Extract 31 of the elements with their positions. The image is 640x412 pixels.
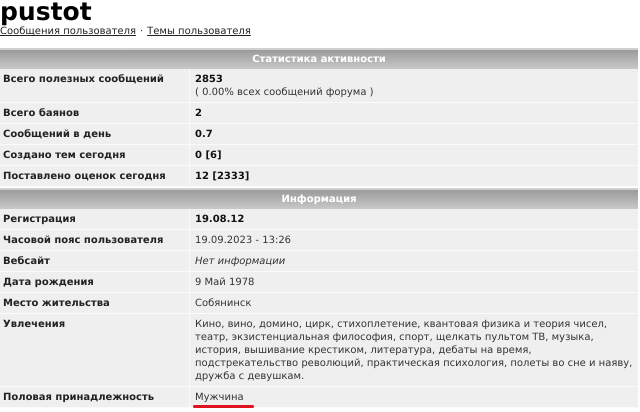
field-label: Часовой пояс пользователя [0,230,190,250]
profile-link[interactable]: Темы пользователя [147,25,251,38]
field-label: Дата рождения [0,272,190,292]
link-separator: · [140,25,144,38]
section-header: Информация [0,188,638,209]
field-value: 0 [6] [195,150,222,161]
field-value: 2 [195,108,202,119]
field-label: Место жительства [0,293,190,313]
field-value: Мужчина [195,392,244,403]
field-label: Поставлено оценок сегодня [0,166,190,186]
field-value: 0.7 [195,129,213,140]
field-value: 19.08.12 [195,214,244,225]
field-value: 2853 [195,74,223,85]
field-label: Всего баянов [0,103,190,123]
field-label: Создано тем сегодня [0,145,190,165]
profile-link[interactable]: Сообщения пользователя [0,25,136,38]
field-value: 12 [2333] [195,171,250,182]
section-header: Статистика активности [0,50,638,69]
page-title: pustot [0,0,92,26]
field-label: Всего полезных сообщений [0,69,190,102]
field-note: ( 0.00% всех сообщений форума ) [195,86,375,99]
field-label: Половая принадлежность [0,387,190,407]
field-label: Регистрация [0,209,190,229]
field-value: Собянинск [195,298,252,309]
field-value: 19.09.2023 - 13:26 [195,235,292,246]
field-value: 9 Май 1978 [195,277,254,288]
field-label: Вебсайт [0,251,190,271]
field-label: Увлечения [0,314,190,386]
field-value: Кино, вино, домино, цирк, стихоплетение, квантовая физика и теория чисел, театр, экзистенциальная философия, спорт, щелкать пультом ТВ, музыка, история, вышивание крестиком, литература, дебаты на время, подстрекательство революций, практическая психология, полеты во сне и наяву, дружба с девушкам. [195,319,632,382]
field-label: Сообщений в день [0,124,190,144]
field-value: Нет информации [195,256,286,267]
